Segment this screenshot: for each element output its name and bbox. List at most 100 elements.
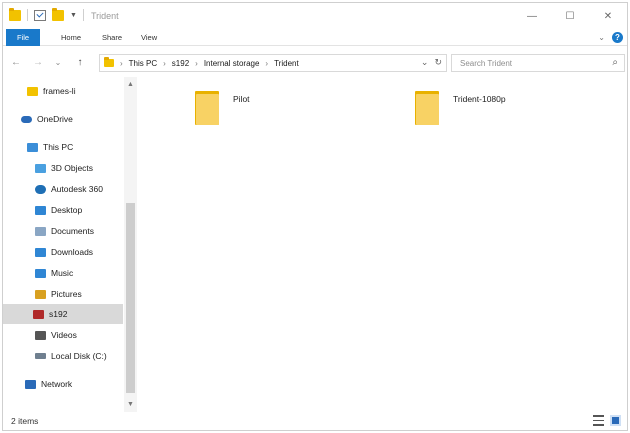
sidebar-item-label: s192	[49, 309, 68, 319]
sidebar-item-label: Videos	[51, 330, 77, 340]
breadcrumb-separator: ›	[195, 58, 198, 68]
status-bar: 2 items	[3, 412, 627, 430]
window-title: Trident	[91, 11, 119, 21]
title-bar: ▼ Trident — ☐ ✕	[3, 3, 627, 29]
scroll-up-icon[interactable]: ▲	[124, 79, 137, 91]
file-item-trident-1080p[interactable]: Trident-1080p	[415, 91, 506, 125]
breadcrumb-this-pc[interactable]: This PC	[129, 59, 157, 68]
videos-icon	[35, 330, 46, 340]
sidebar-item-label: This PC	[43, 142, 74, 152]
sidebar-item-network[interactable]: Network	[25, 374, 72, 394]
pictures-icon	[35, 289, 46, 299]
breadcrumb-separator: ›	[163, 58, 166, 68]
new-folder-icon[interactable]	[52, 7, 64, 21]
breadcrumb-s192[interactable]: s192	[172, 59, 189, 68]
item-count: 2 items	[11, 416, 39, 426]
properties-icon[interactable]	[34, 9, 46, 21]
sidebar-item-label: 3D Objects	[51, 163, 94, 173]
refresh-icon[interactable]: ↻	[434, 57, 442, 68]
up-button[interactable]: ↑	[73, 55, 87, 71]
scroll-down-icon[interactable]: ▼	[124, 399, 137, 411]
sidebar-item-onedrive[interactable]: OneDrive	[21, 109, 73, 129]
sidebar-item-music[interactable]: Music	[35, 263, 73, 283]
sidebar-item-label: Desktop	[51, 205, 83, 215]
folder-icon	[195, 91, 219, 125]
breadcrumb-separator: ›	[120, 58, 123, 68]
file-explorer-window: ▼ Trident — ☐ ✕ File Home Share View ⌄ ?…	[2, 2, 628, 431]
sidebar-item-label: Autodesk 360	[51, 184, 103, 194]
navigation-bar: ← → ⌄ ↑ › This PC › s192 › Internal stor…	[3, 51, 627, 75]
breadcrumb-trident[interactable]: Trident	[274, 59, 299, 68]
device-icon	[33, 309, 44, 319]
search-box[interactable]: Search Trident ⌕	[451, 54, 625, 72]
forward-button[interactable]: →	[31, 55, 45, 71]
minimize-button[interactable]: —	[513, 3, 551, 29]
sidebar-item-label: frames-li	[43, 86, 76, 96]
network-icon	[25, 379, 36, 389]
music-icon	[35, 268, 46, 278]
sidebar-item-desktop[interactable]: Desktop	[35, 200, 82, 220]
sidebar-item-frames-li[interactable]: frames-li	[27, 81, 76, 101]
file-name: Pilot	[233, 94, 250, 104]
computer-icon	[27, 142, 38, 152]
sidebar-item-this-pc[interactable]: This PC	[27, 137, 73, 157]
search-input[interactable]: Search Trident	[460, 59, 512, 68]
disk-icon	[35, 353, 46, 359]
sidebar-item-label: Local Disk (C:)	[51, 351, 107, 361]
toolbar-divider	[27, 9, 28, 21]
back-button[interactable]: ←	[9, 55, 23, 71]
file-list: Pilot Trident-1080p	[139, 77, 627, 412]
sidebar-item-3d-objects[interactable]: 3D Objects	[35, 158, 93, 178]
sidebar-item-label: Documents	[51, 226, 94, 236]
address-bar[interactable]: › This PC › s192 › Internal storage › Tr…	[99, 54, 447, 72]
view-switcher	[593, 415, 621, 426]
scrollbar-thumb[interactable]	[126, 203, 135, 393]
ribbon-tabs: File Home Share View ⌄ ?	[3, 29, 627, 46]
window-controls: — ☐ ✕	[513, 3, 627, 29]
sidebar-item-local-disk-c[interactable]: Local Disk (C:)	[35, 346, 107, 366]
sidebar-item-videos[interactable]: Videos	[35, 325, 77, 345]
ribbon-right-controls: ⌄ ?	[598, 32, 623, 43]
breadcrumb-internal-storage[interactable]: Internal storage	[204, 59, 260, 68]
downloads-icon	[35, 247, 46, 257]
file-item-pilot[interactable]: Pilot	[195, 91, 250, 125]
sidebar-scrollbar[interactable]: ▲ ▼	[124, 77, 137, 412]
address-bar-controls: ⌄ ↻	[421, 57, 442, 68]
sidebar-item-label: Network	[41, 379, 73, 389]
tab-view[interactable]: View	[135, 31, 163, 45]
details-view-icon[interactable]	[593, 415, 604, 426]
close-button[interactable]: ✕	[589, 3, 627, 29]
help-icon[interactable]: ?	[612, 32, 623, 43]
quick-access-toolbar: ▼	[9, 7, 84, 21]
sidebar-item-label: Music	[51, 268, 74, 278]
navigation-pane: frames-li OneDrive This PC 3D Objects Au…	[3, 77, 137, 412]
3d-objects-icon	[35, 163, 46, 173]
maximize-button[interactable]: ☐	[551, 3, 589, 29]
address-dropdown-icon[interactable]: ⌄	[421, 57, 429, 68]
tab-file[interactable]: File	[6, 29, 40, 46]
expand-ribbon-icon[interactable]: ⌄	[598, 33, 605, 42]
desktop-icon	[35, 205, 46, 215]
sidebar-item-s192[interactable]: s192	[3, 304, 123, 324]
sidebar-item-documents[interactable]: Documents	[35, 221, 94, 241]
folder-icon	[27, 86, 38, 96]
toolbar-divider	[82, 9, 84, 21]
sidebar-item-autodesk-360[interactable]: Autodesk 360	[35, 179, 103, 199]
sidebar-item-label: Downloads	[51, 247, 94, 257]
folder-icon	[104, 57, 114, 67]
autodesk-icon	[35, 184, 46, 194]
folder-icon	[415, 91, 439, 125]
breadcrumb-separator: ›	[265, 58, 269, 68]
tab-home[interactable]: Home	[55, 31, 87, 45]
tab-share[interactable]: Share	[96, 31, 128, 45]
search-icon: ⌕	[612, 57, 618, 68]
sidebar-item-downloads[interactable]: Downloads	[35, 242, 93, 262]
folder-icon	[9, 7, 21, 21]
sidebar-item-label: Pictures	[51, 289, 82, 299]
sidebar-item-pictures[interactable]: Pictures	[35, 284, 82, 304]
large-icons-view-icon[interactable]	[610, 415, 621, 426]
customize-toolbar-icon[interactable]: ▼	[70, 12, 77, 19]
file-name: Trident-1080p	[453, 94, 506, 104]
sidebar-item-label: OneDrive	[37, 114, 73, 124]
recent-locations-button[interactable]: ⌄	[51, 55, 65, 71]
